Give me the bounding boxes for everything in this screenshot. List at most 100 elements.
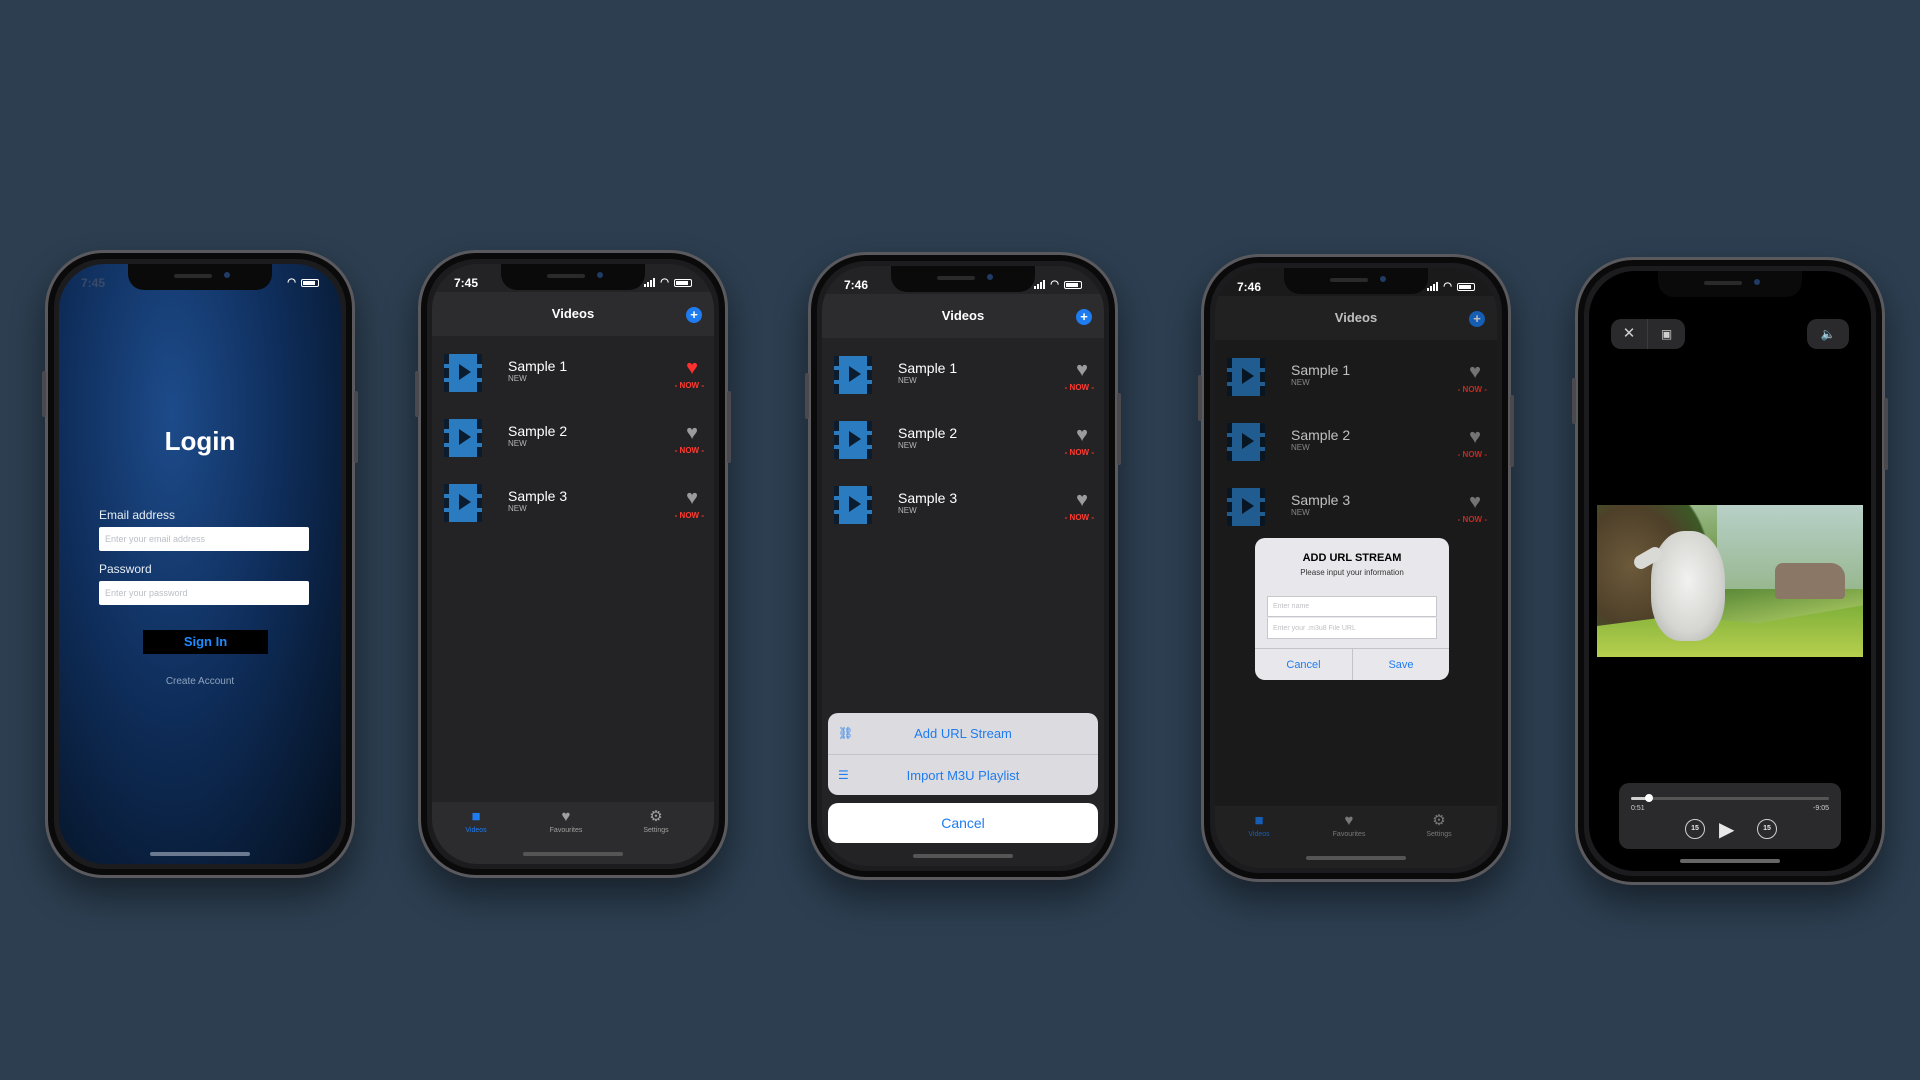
wifi-icon: ◠ <box>1050 279 1059 290</box>
elapsed-time: 0:51 <box>1631 805 1645 812</box>
list-icon: ☰ <box>838 768 849 782</box>
skip-back-icon[interactable]: 15 <box>1685 819 1705 839</box>
video-camera-icon: ■ <box>471 808 481 825</box>
alert-message: Please input your information <box>1300 568 1404 577</box>
home-indicator <box>1680 859 1780 863</box>
status-time: 7:45 <box>81 276 106 290</box>
login-screen: 7:45 ◠ Login Email address Password Sign… <box>59 264 341 864</box>
plus-circle-icon[interactable]: + <box>686 307 702 323</box>
signal-icon <box>1034 280 1046 289</box>
status-icons: ◠ <box>644 277 692 288</box>
video-frame[interactable] <box>1597 505 1863 657</box>
now-badge: - NOW - <box>674 511 704 520</box>
status-time: 7:46 <box>844 278 869 292</box>
heart-icon[interactable]: ♥ <box>1076 360 1088 380</box>
tab-settings[interactable]: ⚙ Settings <box>626 808 686 834</box>
signal-icon <box>1427 282 1439 291</box>
link-icon: ⛓ <box>838 726 854 740</box>
password-label: Password <box>99 562 152 576</box>
battery-icon <box>1457 282 1475 291</box>
close-button[interactable]: ✕ <box>1611 319 1647 349</box>
progress-track[interactable] <box>1631 794 1829 802</box>
picture-in-picture-button[interactable]: ▣ <box>1647 319 1685 349</box>
close-icon: ✕ <box>1622 325 1636 342</box>
nav-bar: Videos + <box>822 294 1104 338</box>
email-label: Email address <box>99 508 176 522</box>
cancel-button[interactable]: Cancel <box>828 803 1098 843</box>
add-url-stream-button[interactable]: ⛓ Add URL Stream <box>828 713 1098 754</box>
list-item[interactable]: Sample 1 NEW ♥ - NOW - <box>822 344 1104 404</box>
battery-icon <box>1064 280 1082 289</box>
alert-save-button[interactable]: Save <box>1352 649 1449 680</box>
heart-icon[interactable]: ♥ <box>686 423 698 443</box>
heart-icon[interactable]: ♥ <box>1076 425 1088 445</box>
heart-icon[interactable]: ♥ <box>686 488 698 508</box>
home-indicator <box>913 854 1013 858</box>
action-sheet: ⛓ Add URL Stream ☰ Import M3U Playlist <box>828 713 1098 795</box>
alert-buttons: Cancel Save <box>1255 648 1449 680</box>
player-screen: ✕ ▣ 🔈 0:51 -9:05 15 ▶ 15 <box>1589 271 1871 871</box>
volume-button[interactable]: 🔈 <box>1807 319 1849 349</box>
sheet-label: Add URL Stream <box>914 726 1012 741</box>
notch <box>1658 271 1802 297</box>
create-account-link[interactable]: Create Account <box>59 676 341 687</box>
home-indicator <box>523 852 623 856</box>
status-icons: ◠ <box>1034 279 1082 290</box>
video-list-screen: 7:45 ◠ Videos + Sample 1 NEW ♥ - NOW - S… <box>432 264 714 864</box>
login-title: Login <box>164 426 236 456</box>
video-title: Sample 1 <box>898 360 958 376</box>
alert-cancel-button[interactable]: Cancel <box>1255 649 1352 680</box>
tab-favourites[interactable]: ♥ Favourites <box>536 808 596 834</box>
progress-knob[interactable] <box>1644 794 1653 802</box>
signal-icon <box>644 278 656 287</box>
remaining-time: -9:05 <box>1813 805 1829 812</box>
nav-bar: Videos + <box>432 292 714 336</box>
password-field[interactable] <box>99 581 309 605</box>
play-icon[interactable]: ▶ <box>1719 817 1734 842</box>
video-title: Sample 1 <box>508 358 568 374</box>
status-time: 7:45 <box>454 276 479 290</box>
now-badge: - NOW - <box>674 446 704 455</box>
skip-forward-icon[interactable]: 15 <box>1757 819 1777 839</box>
list-item[interactable]: Sample 1 NEW ♥ - NOW - <box>432 342 714 402</box>
import-playlist-button[interactable]: ☰ Import M3U Playlist <box>828 754 1098 795</box>
heart-icon[interactable]: ♥ <box>1076 490 1088 510</box>
sheet-label: Import M3U Playlist <box>906 768 1020 783</box>
video-subtitle: NEW <box>898 441 917 450</box>
video-subtitle: NEW <box>508 504 527 513</box>
status-bar: 7:45 ◠ <box>454 276 692 292</box>
status-time: 7:46 <box>1237 280 1262 294</box>
gear-icon: ⚙ <box>649 808 663 825</box>
list-item[interactable]: Sample 2 NEW ♥ - NOW - <box>822 409 1104 469</box>
list-item[interactable]: Sample 3 NEW ♥ - NOW - <box>822 474 1104 534</box>
video-file-icon <box>444 484 482 522</box>
home-indicator <box>150 852 250 856</box>
video-file-icon <box>444 354 482 392</box>
video-subtitle: NEW <box>508 374 527 383</box>
status-bar: 7:45 ◠ <box>81 276 319 292</box>
list-item[interactable]: Sample 2 NEW ♥ - NOW - <box>432 407 714 467</box>
video-title: Sample 3 <box>508 488 568 504</box>
sign-in-button[interactable]: Sign In <box>143 630 268 654</box>
status-icons: ◠ <box>287 277 319 288</box>
video-title: Sample 3 <box>898 490 958 506</box>
tab-videos[interactable]: ■ Videos <box>446 808 506 834</box>
video-title: Sample 2 <box>898 425 958 441</box>
pip-icon: ▣ <box>1660 327 1673 341</box>
video-character <box>1651 531 1725 641</box>
stream-name-field[interactable] <box>1267 596 1437 617</box>
email-field[interactable] <box>99 527 309 551</box>
tab-label: Videos <box>465 827 487 834</box>
battery-icon <box>674 278 692 287</box>
heart-icon[interactable]: ♥ <box>686 358 698 378</box>
now-badge: - NOW - <box>674 381 704 390</box>
speaker-icon: 🔈 <box>1820 327 1836 341</box>
home-indicator <box>1306 856 1406 860</box>
battery-icon <box>301 278 319 287</box>
list-item[interactable]: Sample 3 NEW ♥ - NOW - <box>432 472 714 532</box>
action-sheet-screen: 7:46 ◠ Videos + Sample 1 NEW ♥ - NOW - S… <box>822 266 1104 866</box>
phone-video-list: 7:45 ◠ Videos + Sample 1 NEW ♥ - NOW - S… <box>415 250 731 878</box>
plus-circle-icon[interactable]: + <box>1076 309 1092 325</box>
stream-url-field[interactable] <box>1267 618 1437 639</box>
wifi-icon: ◠ <box>1443 281 1452 292</box>
